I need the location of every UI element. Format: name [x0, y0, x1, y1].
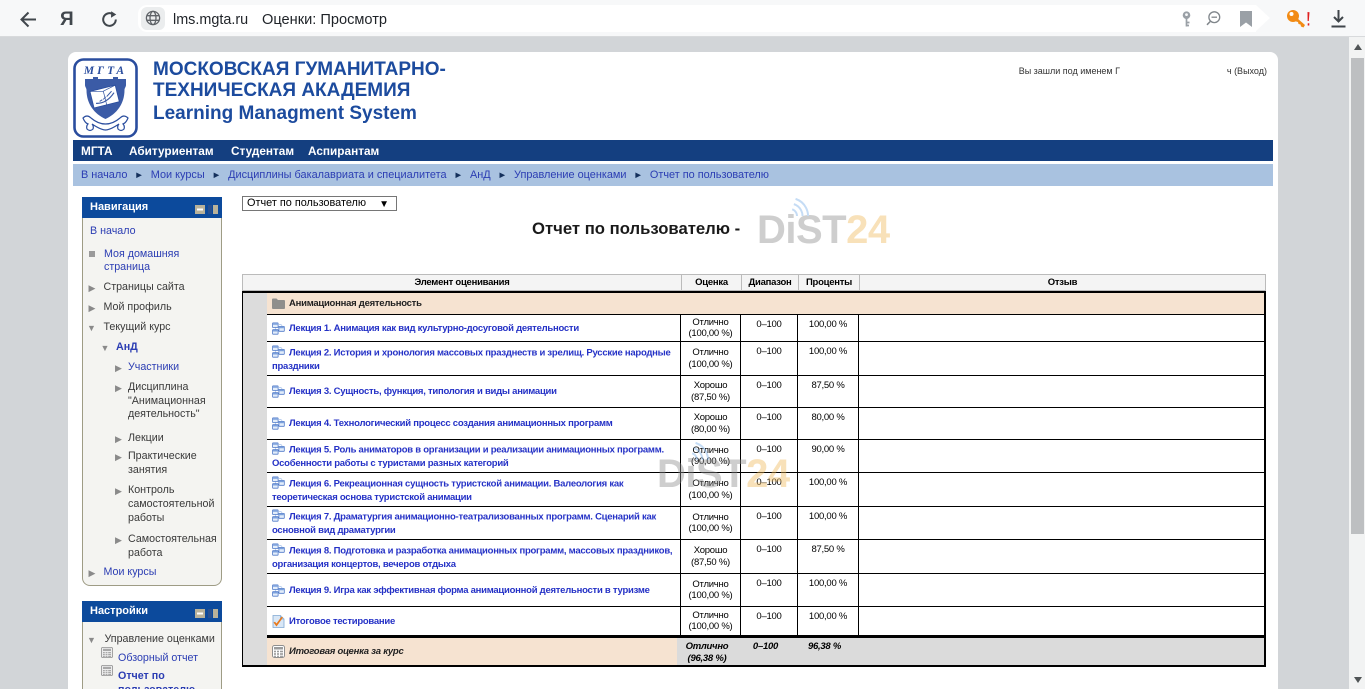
- svg-text:МГТА: МГТА: [83, 65, 127, 77]
